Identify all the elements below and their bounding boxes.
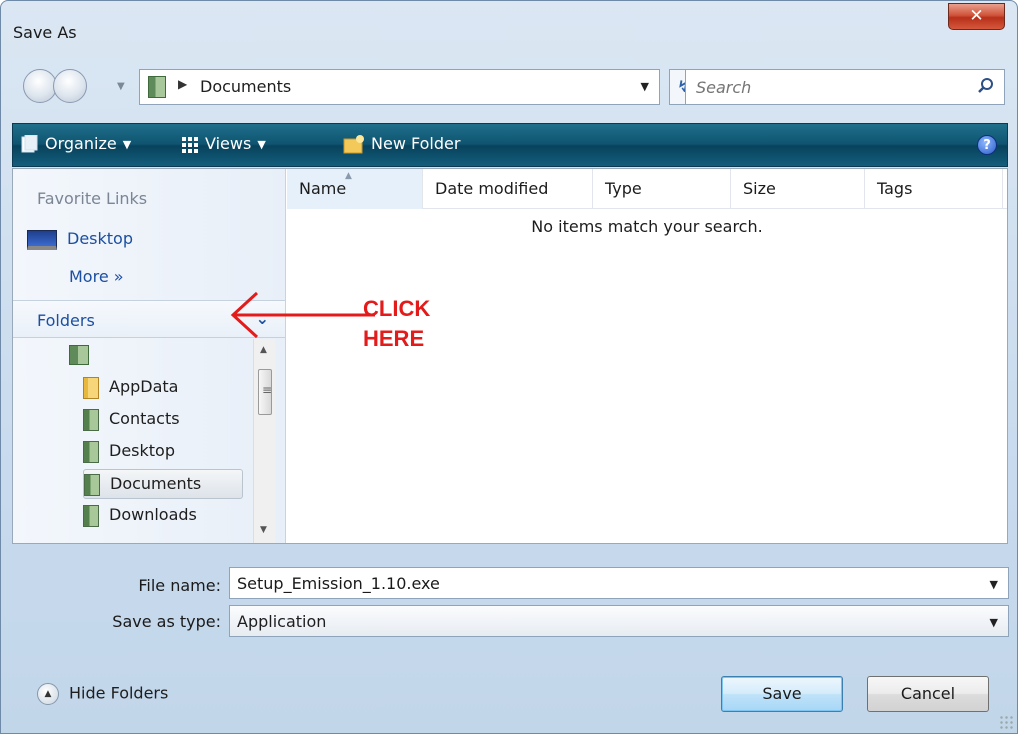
column-header-label: Type bbox=[605, 179, 642, 198]
tree-item-label: Documents bbox=[110, 474, 202, 493]
annotation-line-2: HERE bbox=[363, 326, 425, 351]
back-button[interactable] bbox=[23, 69, 57, 103]
scroll-down-icon[interactable]: ▼ bbox=[260, 525, 267, 535]
more-label: More bbox=[69, 267, 109, 286]
tree-item-desktop[interactable]: Desktop bbox=[83, 437, 243, 467]
close-button[interactable]: ✕ bbox=[948, 3, 1005, 30]
save-as-dialog: Save As ✕ ▼ ▶ Documents ▼ ↯ Organize bbox=[0, 0, 1018, 734]
address-bar[interactable]: ▶ Documents ▼ bbox=[139, 69, 660, 105]
tree-item-label: Contacts bbox=[109, 409, 180, 428]
tree-item-label: Downloads bbox=[109, 505, 197, 524]
new-folder-label: New Folder bbox=[371, 134, 461, 153]
column-header-label: Size bbox=[743, 179, 776, 198]
cancel-button[interactable]: Cancel bbox=[867, 676, 989, 712]
sort-ascending-icon: ▲ bbox=[345, 171, 352, 181]
tree-item-downloads[interactable]: Downloads bbox=[83, 501, 243, 531]
chevron-up-icon: ▲ bbox=[37, 683, 59, 705]
hide-folders-label: Hide Folders bbox=[69, 683, 169, 703]
file-name-field[interactable] bbox=[230, 568, 970, 598]
double-chevron-icon: » bbox=[113, 267, 124, 286]
annotation-callout: CLICK HERE bbox=[363, 294, 430, 354]
navigation-pane: Favorite Links Desktop More » Folders ⌄ … bbox=[13, 169, 286, 543]
column-header-date-modified[interactable]: Date modified bbox=[423, 169, 593, 209]
column-header-row: ▲ Name Date modified Type Size Tags bbox=[287, 169, 1007, 209]
column-header-label: Tags bbox=[877, 179, 913, 198]
favorite-link-desktop-label: Desktop bbox=[67, 229, 133, 248]
tree-item-appdata[interactable]: AppData bbox=[83, 373, 243, 403]
help-icon[interactable]: ? bbox=[977, 135, 997, 155]
search-icon[interactable] bbox=[976, 76, 996, 96]
search-box[interactable] bbox=[685, 69, 1005, 105]
tree-item-label: AppData bbox=[109, 377, 179, 396]
file-name-dropdown-icon[interactable]: ▼ bbox=[990, 578, 998, 591]
documents-folder-icon bbox=[84, 473, 100, 496]
annotation-line-1: CLICK bbox=[363, 296, 431, 321]
desktop-icon bbox=[27, 229, 57, 250]
save-as-type-label: Save as type: bbox=[112, 612, 221, 631]
more-links-button[interactable]: More » bbox=[69, 267, 124, 286]
save-as-type-value: Application bbox=[237, 612, 327, 631]
organize-dropdown-icon: ▼ bbox=[122, 138, 132, 151]
close-icon: ✕ bbox=[969, 6, 984, 26]
views-dropdown-icon: ▼ bbox=[257, 138, 266, 151]
desktop-folder-icon bbox=[83, 440, 99, 463]
resize-grip-icon[interactable] bbox=[999, 715, 1013, 729]
column-header-tags[interactable]: Tags bbox=[865, 169, 1003, 209]
file-name-label: File name: bbox=[138, 576, 221, 595]
organize-label: Organize bbox=[45, 134, 117, 153]
documents-folder-icon bbox=[148, 76, 166, 98]
new-folder-button[interactable]: New Folder bbox=[343, 134, 460, 155]
command-bar: Organize ▼ Views ▼ New Folder ? bbox=[12, 123, 1008, 167]
file-name-combobox[interactable]: ▼ bbox=[229, 567, 1009, 599]
save-button[interactable]: Save bbox=[721, 676, 843, 712]
downloads-folder-icon bbox=[83, 504, 99, 527]
favorite-link-desktop[interactable]: Desktop bbox=[27, 229, 133, 250]
tree-item-documents[interactable]: Documents bbox=[83, 469, 243, 499]
organize-icon bbox=[21, 134, 38, 152]
breadcrumb-documents[interactable]: Documents bbox=[200, 77, 291, 96]
scroll-up-icon[interactable]: ▲ bbox=[260, 345, 267, 355]
tree-item-contacts[interactable]: Contacts bbox=[83, 405, 243, 435]
scrollbar-thumb[interactable]: ≡ bbox=[258, 369, 272, 415]
empty-list-message: No items match your search. bbox=[531, 217, 763, 236]
file-list-pane: ▲ Name Date modified Type Size Tags No i… bbox=[287, 169, 1007, 543]
grip-icon: ≡ bbox=[262, 383, 273, 397]
annotation-arrow-icon bbox=[230, 291, 375, 339]
folder-tree: AppData Contacts Desktop Documents Downl… bbox=[13, 339, 253, 543]
folders-title: Folders bbox=[37, 311, 95, 330]
views-icon bbox=[182, 136, 198, 153]
new-folder-icon bbox=[343, 134, 364, 153]
user-folder-icon[interactable] bbox=[69, 345, 89, 365]
save-as-type-dropdown-icon[interactable]: ▼ bbox=[990, 616, 998, 629]
organize-button[interactable]: Organize ▼ bbox=[21, 134, 131, 155]
column-header-size[interactable]: Size bbox=[731, 169, 865, 209]
views-label: Views bbox=[205, 134, 252, 153]
address-row: ▼ ▶ Documents ▼ ↯ bbox=[1, 59, 1017, 111]
tree-item-label: Desktop bbox=[109, 441, 175, 460]
column-header-name[interactable]: ▲ Name bbox=[287, 169, 423, 209]
save-as-type-select[interactable]: Application ▼ bbox=[229, 605, 1009, 637]
column-header-label: Date modified bbox=[435, 179, 549, 198]
folder-tree-scrollbar[interactable]: ▲ ≡ ▼ bbox=[253, 339, 275, 543]
column-header-type[interactable]: Type bbox=[593, 169, 731, 209]
recent-pages-dropdown-icon[interactable]: ▼ bbox=[117, 81, 125, 92]
folder-icon bbox=[83, 376, 99, 399]
breadcrumb-chevron-icon[interactable]: ▶ bbox=[178, 77, 187, 91]
content-area: Favorite Links Desktop More » Folders ⌄ … bbox=[12, 168, 1008, 544]
title-bar: Save As ✕ bbox=[1, 1, 1017, 53]
views-button[interactable]: Views ▼ bbox=[181, 134, 266, 154]
column-header-label: Name bbox=[299, 179, 347, 198]
favorite-links-heading: Favorite Links bbox=[37, 189, 148, 208]
hide-folders-button[interactable]: ▲ Hide Folders bbox=[37, 683, 168, 705]
address-dropdown-icon[interactable]: ▼ bbox=[641, 80, 649, 93]
window-title: Save As bbox=[13, 23, 77, 42]
forward-button[interactable] bbox=[53, 69, 87, 103]
search-input[interactable] bbox=[686, 70, 966, 104]
contacts-icon bbox=[83, 408, 99, 431]
